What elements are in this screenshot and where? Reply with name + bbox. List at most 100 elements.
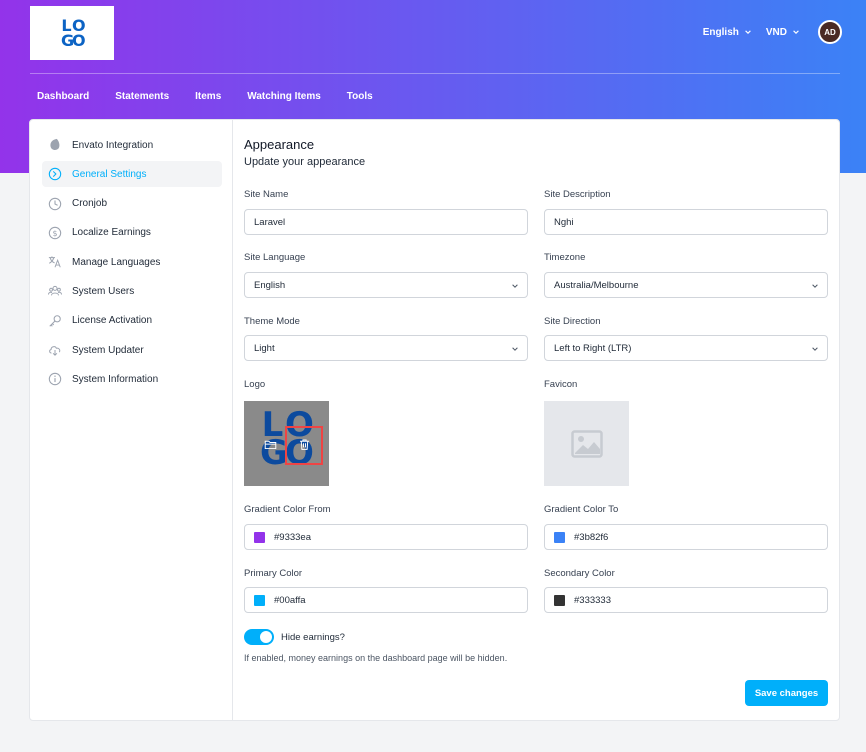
- logo-label: Logo: [244, 379, 266, 390]
- appearance-form: Appearance Update your appearance Site N…: [244, 120, 828, 720]
- logo-letter: O: [72, 31, 86, 50]
- nav-watching-items[interactable]: Watching Items: [247, 91, 321, 102]
- site-description-value: Nghi: [554, 216, 574, 228]
- site-direction-label: Site Direction: [544, 316, 601, 327]
- timezone-select[interactable]: Australia/Melbourne: [544, 272, 828, 298]
- secondary-color-value: #333333: [574, 594, 611, 606]
- chevron-down-icon: [512, 284, 518, 288]
- site-language-label: Site Language: [244, 252, 306, 263]
- sidebar-item-label: License Activation: [72, 315, 153, 327]
- envato-leaf-icon: [48, 138, 62, 152]
- chevron-down-icon: [512, 347, 518, 351]
- site-direction-select[interactable]: Left to Right (LTR): [544, 335, 828, 361]
- nav-statements[interactable]: Statements: [115, 91, 169, 102]
- sidebar-item-localize-earnings[interactable]: $ Localize Earnings: [42, 220, 222, 246]
- sidebar-item-system-users[interactable]: System Users: [42, 278, 222, 304]
- primary-color-value: #00affa: [274, 594, 306, 606]
- avatar[interactable]: AD: [818, 20, 842, 44]
- cloud-download-icon: [48, 343, 62, 357]
- chevron-down-icon: [812, 347, 818, 351]
- main-nav: Dashboard Statements Items Watching Item…: [37, 91, 373, 102]
- dollar-icon: $: [48, 226, 62, 240]
- gradient-from-value: #9333ea: [274, 531, 311, 543]
- logo-letter: G: [61, 31, 75, 50]
- translate-icon: [48, 255, 62, 269]
- site-direction-value: Left to Right (LTR): [554, 342, 632, 354]
- app-logo[interactable]: L O G O: [30, 6, 114, 60]
- favicon-placeholder[interactable]: [544, 401, 629, 486]
- language-dropdown[interactable]: English: [703, 27, 752, 38]
- favicon-label: Favicon: [544, 379, 578, 390]
- save-button[interactable]: Save changes: [745, 680, 828, 706]
- color-swatch[interactable]: [554, 531, 565, 543]
- logo-preview: L O G O: [244, 401, 329, 486]
- sidebar-item-system-information[interactable]: System Information: [42, 366, 222, 392]
- gradient-from-input[interactable]: #9333ea: [244, 524, 528, 550]
- site-description-input[interactable]: Nghi: [544, 209, 828, 235]
- gradient-to-label: Gradient Color To: [544, 504, 619, 515]
- image-placeholder-icon: [570, 429, 603, 458]
- hide-earnings-toggle[interactable]: [244, 629, 274, 645]
- users-icon: [48, 284, 62, 298]
- nav-tools[interactable]: Tools: [347, 91, 373, 102]
- sidebar-item-label: System Information: [72, 373, 159, 385]
- language-label: English: [702, 26, 739, 38]
- sidebar-item-label: General Settings: [72, 168, 147, 180]
- gradient-to-input[interactable]: #3b82f6: [544, 524, 828, 550]
- site-description-label: Site Description: [544, 189, 611, 200]
- toggle-knob: [260, 631, 272, 643]
- sidebar-item-label: System Users: [72, 285, 135, 297]
- sidebar-item-label: Manage Languages: [72, 256, 161, 268]
- sidebar-item-label: Envato Integration: [72, 139, 154, 151]
- sidebar-item-cronjob[interactable]: Cronjob: [42, 191, 222, 217]
- sidebar-item-general-settings[interactable]: General Settings: [42, 161, 222, 188]
- chevron-down-icon: [812, 284, 818, 288]
- sidebar-item-envato-integration[interactable]: Envato Integration: [42, 132, 222, 158]
- gradient-from-label: Gradient Color From: [244, 504, 331, 515]
- secondary-color-input[interactable]: #333333: [544, 587, 828, 613]
- clock-icon: [48, 197, 62, 211]
- folder-icon[interactable]: [261, 435, 279, 453]
- site-language-select[interactable]: English: [244, 272, 528, 298]
- header-divider: [30, 73, 840, 74]
- nav-items[interactable]: Items: [195, 91, 221, 102]
- hide-earnings-help: If enabled, money earnings on the dashbo…: [244, 653, 508, 663]
- page-title: Appearance: [244, 137, 315, 152]
- info-icon: [48, 372, 62, 386]
- timezone-value: Australia/Melbourne: [554, 279, 639, 291]
- logo-mark: L O G O: [61, 18, 86, 50]
- highlight-box: [285, 426, 323, 465]
- primary-color-label: Primary Color: [244, 568, 303, 579]
- sidebar-item-manage-languages[interactable]: Manage Languages: [42, 249, 222, 275]
- sidebar-item-license-activation[interactable]: License Activation: [42, 308, 222, 334]
- color-swatch[interactable]: [254, 531, 265, 543]
- site-name-value: Laravel: [254, 216, 286, 228]
- sidebar-item-label: System Updater: [72, 344, 144, 356]
- color-swatch[interactable]: [254, 594, 265, 606]
- color-swatch[interactable]: [554, 594, 565, 606]
- page-subtitle: Update your appearance: [244, 156, 366, 168]
- sidebar-item-label: Cronjob: [72, 198, 108, 210]
- settings-sidebar: Envato Integration General Settings Cron…: [30, 120, 233, 720]
- sidebar-item-system-updater[interactable]: System Updater: [42, 337, 222, 363]
- currency-dropdown[interactable]: VND: [766, 27, 800, 38]
- primary-color-input[interactable]: #00affa: [244, 587, 528, 613]
- chevron-down-icon: [793, 30, 799, 34]
- currency-label: VND: [765, 26, 787, 38]
- header-controls: English VND AD: [703, 20, 842, 44]
- theme-mode-label: Theme Mode: [244, 316, 300, 327]
- site-name-input[interactable]: Laravel: [244, 209, 528, 235]
- site-name-label: Site Name: [244, 189, 289, 200]
- theme-mode-select[interactable]: Light: [244, 335, 528, 361]
- chevron-down-icon: [745, 30, 751, 34]
- timezone-label: Timezone: [544, 252, 586, 263]
- sidebar-item-label: Localize Earnings: [72, 227, 151, 239]
- site-language-value: English: [254, 279, 286, 291]
- nav-dashboard[interactable]: Dashboard: [37, 91, 89, 102]
- key-icon: [48, 314, 62, 328]
- settings-panel: Envato Integration General Settings Cron…: [29, 119, 840, 721]
- hide-earnings-label: Hide earnings?: [281, 632, 345, 643]
- settings-icon: [48, 167, 62, 181]
- theme-mode-value: Light: [254, 342, 275, 354]
- svg-text:$: $: [52, 229, 57, 238]
